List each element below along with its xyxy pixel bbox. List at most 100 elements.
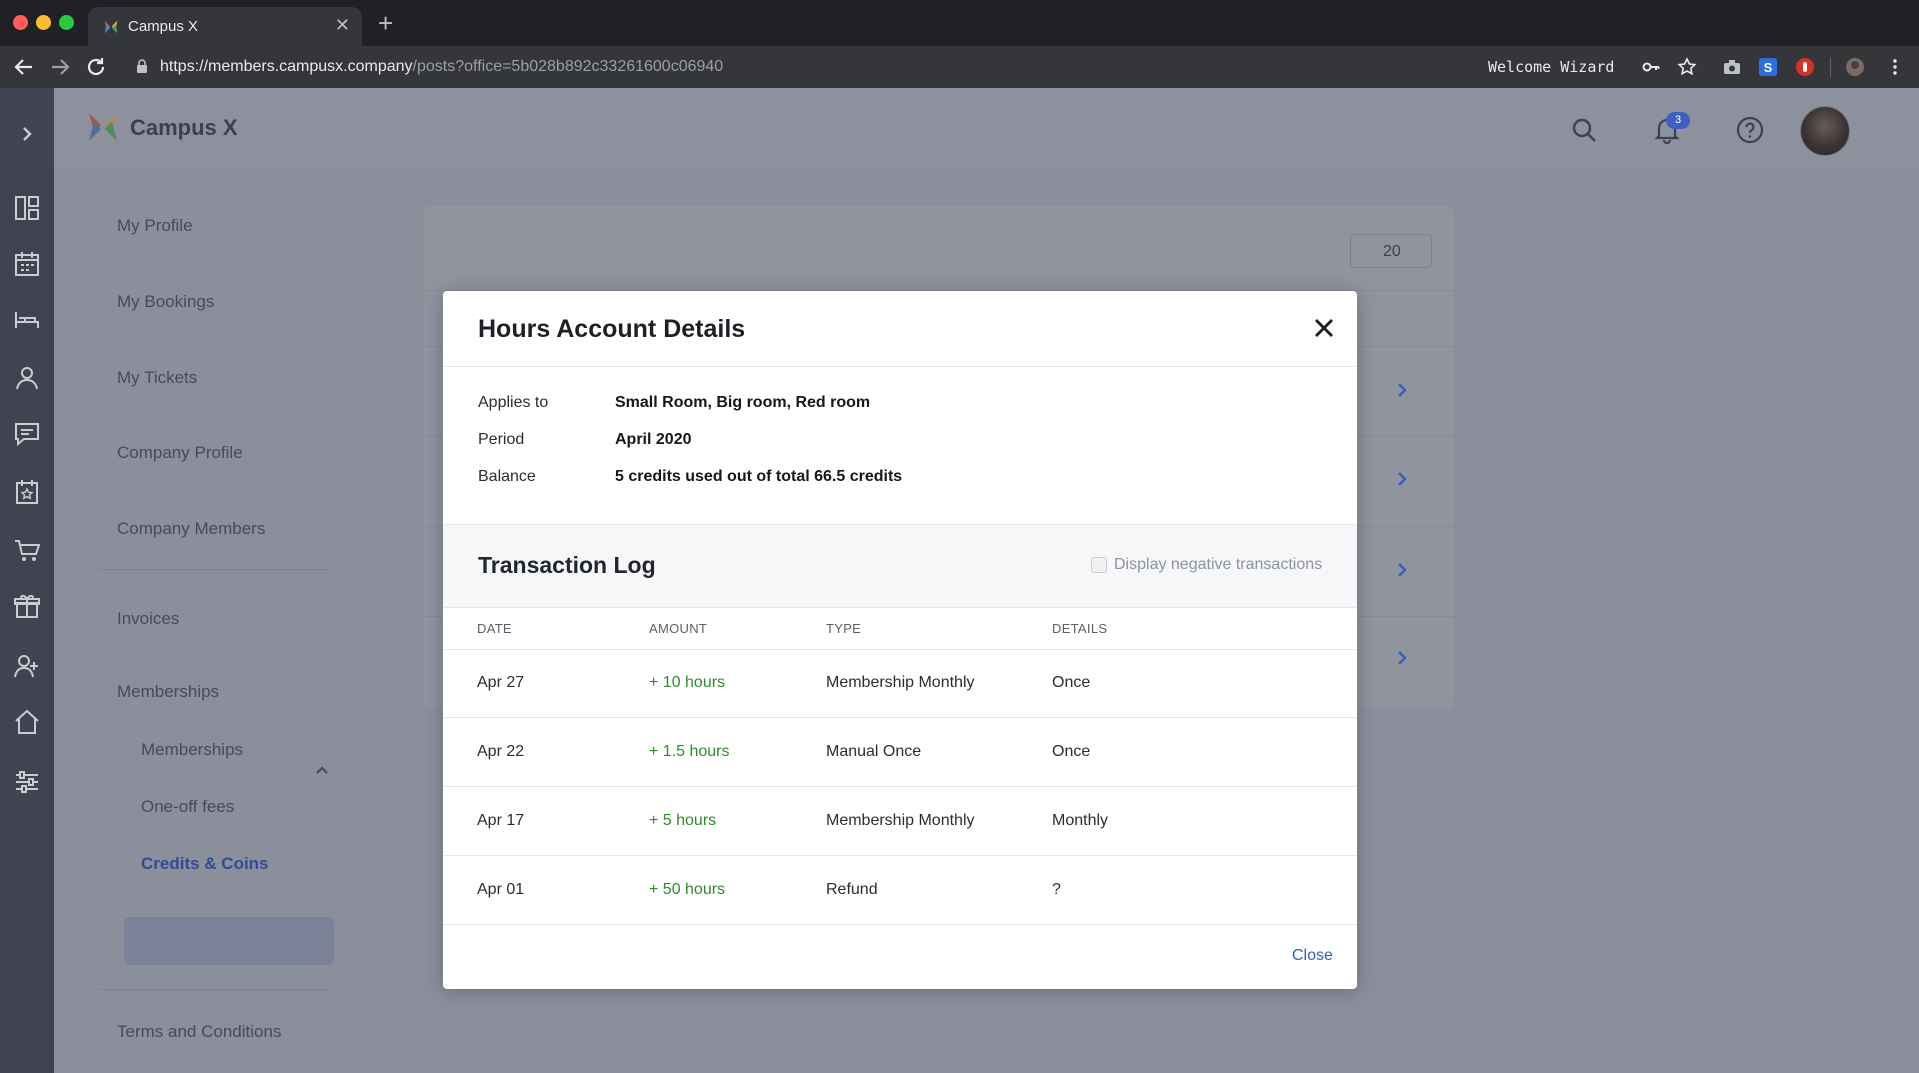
sidebar-item-company-members[interactable]: Company Members: [117, 519, 265, 539]
browser-titlebar: Campus X ✕ +: [0, 0, 1919, 46]
profile-avatar-icon[interactable]: [1845, 57, 1865, 77]
modal-title: Hours Account Details: [478, 315, 746, 343]
sidebar-subitem-memberships[interactable]: Memberships: [141, 740, 243, 760]
negative-transactions-checkbox[interactable]: [1091, 557, 1107, 573]
address-bar[interactable]: https://members.campusx.company/posts?of…: [126, 51, 1486, 83]
icon-rail: [0, 88, 54, 1073]
events-calendar-icon[interactable]: [13, 478, 41, 506]
info-value-applies-to: Small Room, Big room, Red room: [615, 394, 871, 411]
hours-account-modal: Hours Account Details Applies to Small R…: [443, 291, 1357, 989]
sidebar-subitem-credits-coins[interactable]: Credits & Coins: [141, 854, 269, 874]
camera-extension-icon[interactable]: [1722, 57, 1742, 77]
lock-icon: [137, 59, 147, 73]
cell-date: Apr 01: [477, 881, 525, 898]
settings-sliders-icon[interactable]: [13, 768, 41, 796]
sidebar-divider: [99, 569, 331, 570]
info-label: Period: [478, 431, 525, 448]
key-icon[interactable]: [1641, 57, 1661, 77]
column-header-date: DATE: [477, 621, 512, 636]
cell-details: Once: [1052, 674, 1091, 691]
table-row: Apr 01 + 50 hours Refund ?: [443, 857, 1357, 925]
sidebar-active-highlight: [124, 917, 334, 965]
column-header-type: TYPE: [826, 621, 862, 636]
chat-icon[interactable]: [13, 420, 41, 448]
user-avatar[interactable]: [1800, 106, 1850, 156]
url-text: https://members.campusx.company/posts?of…: [160, 58, 723, 76]
bookmark-star-icon[interactable]: [1677, 57, 1697, 77]
row-chevron-right-icon[interactable]: [1394, 561, 1410, 579]
negative-transactions-label[interactable]: Display negative transactions: [1114, 556, 1322, 574]
modal-header: Hours Account Details: [443, 291, 1357, 367]
url-path: /posts?office=5b028b892c33261600c06940: [412, 58, 724, 75]
sidebar-item-my-tickets[interactable]: My Tickets: [117, 368, 197, 388]
dashboard-icon[interactable]: [13, 194, 41, 222]
cell-details: Once: [1052, 743, 1091, 760]
cell-type: Membership Monthly: [826, 812, 975, 829]
profile-name: Welcome Wizard: [1488, 58, 1615, 76]
reload-icon[interactable]: [84, 55, 108, 79]
window-minimize-button[interactable]: [36, 15, 51, 30]
cell-amount: + 50 hours: [649, 881, 726, 898]
help-icon[interactable]: [1736, 116, 1764, 144]
info-label: Balance: [478, 468, 536, 485]
brand-name: Campus X: [130, 115, 238, 140]
table-row: Apr 17 + 5 hours Membership Monthly Mont…: [443, 788, 1357, 856]
cell-type: Refund: [826, 881, 878, 898]
cell-amount: + 10 hours: [649, 674, 726, 691]
cell-type: Membership Monthly: [826, 674, 975, 691]
sidebar-item-invoices[interactable]: Invoices: [117, 609, 179, 629]
shopping-cart-icon[interactable]: [13, 536, 41, 564]
sidebar-subitem-one-off-fees[interactable]: One-off fees: [141, 797, 234, 817]
sidebar-item-my-profile[interactable]: My Profile: [117, 216, 193, 236]
forward-arrow-icon[interactable]: [48, 55, 72, 79]
transaction-log-title: Transaction Log: [478, 552, 656, 578]
stop-hand-extension-icon[interactable]: [1795, 57, 1815, 77]
calendar-icon[interactable]: [13, 250, 41, 278]
sidebar-item-company-profile[interactable]: Company Profile: [117, 443, 243, 463]
cell-details: ?: [1052, 881, 1061, 898]
row-chevron-right-icon[interactable]: [1394, 381, 1410, 399]
cell-amount: + 1.5 hours: [649, 743, 730, 760]
window-zoom-button[interactable]: [59, 15, 74, 30]
svg-text:S: S: [1764, 60, 1773, 75]
sidebar-item-terms[interactable]: Terms and Conditions: [117, 1022, 281, 1042]
close-icon[interactable]: [1313, 317, 1335, 339]
campus-x-logo-icon: [89, 113, 117, 141]
campus-x-favicon-icon: [104, 20, 118, 34]
new-tab-icon[interactable]: +: [378, 10, 393, 36]
browser-tab[interactable]: Campus X ✕: [88, 7, 362, 46]
period-input[interactable]: 20: [1350, 234, 1432, 268]
cell-date: Apr 27: [477, 674, 525, 691]
close-button[interactable]: Close: [1292, 947, 1333, 965]
row-chevron-right-icon[interactable]: [1394, 649, 1410, 667]
expand-chevron-icon[interactable]: [13, 120, 41, 148]
bed-icon[interactable]: [13, 306, 41, 334]
s-extension-icon[interactable]: S: [1758, 57, 1778, 77]
sidebar-item-memberships[interactable]: Memberships: [117, 682, 219, 702]
info-label: Applies to: [478, 394, 549, 411]
sidebar-divider: [99, 989, 331, 990]
chevron-up-icon[interactable]: [315, 765, 329, 775]
sidebar: My Profile My Bookings My Tickets Compan…: [54, 166, 377, 1073]
add-user-icon[interactable]: [13, 652, 41, 680]
gift-icon[interactable]: [13, 592, 41, 620]
info-value-period: April 2020: [615, 431, 692, 448]
column-header-amount: AMOUNT: [649, 621, 708, 636]
cell-details: Monthly: [1052, 812, 1109, 829]
tab-close-icon[interactable]: ✕: [335, 16, 350, 34]
search-icon[interactable]: [1570, 116, 1598, 144]
notification-count-badge: 3: [1666, 112, 1690, 129]
cell-date: Apr 17: [477, 812, 525, 829]
browser-menu-icon[interactable]: [1885, 57, 1905, 77]
home-icon[interactable]: [13, 708, 41, 736]
window-close-button[interactable]: [13, 15, 28, 30]
back-arrow-icon[interactable]: [12, 55, 36, 79]
toolbar-separator: [1830, 57, 1831, 77]
members-icon[interactable]: [13, 364, 41, 392]
row-chevron-right-icon[interactable]: [1394, 470, 1410, 488]
sidebar-item-my-bookings[interactable]: My Bookings: [117, 292, 214, 312]
browser-toolbar: https://members.campusx.company/posts?of…: [0, 46, 1919, 88]
table-row: Apr 22 + 1.5 hours Manual Once Once: [443, 719, 1357, 787]
transaction-log-header: Transaction Log Display negative transac…: [443, 524, 1357, 608]
app-viewport: Campus X 3 My Profile My Bookings My Tic…: [0, 88, 1919, 1073]
